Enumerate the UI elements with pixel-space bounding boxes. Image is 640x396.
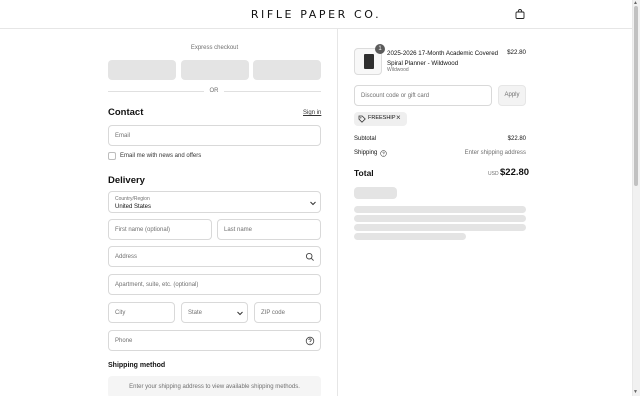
email-placeholder: Email: [115, 133, 131, 139]
scrollbar-thumb[interactable]: [634, 6, 638, 186]
address-field[interactable]: Address: [108, 246, 321, 267]
shipping-method-message: Enter your shipping address to view avai…: [129, 384, 300, 390]
last-name-field[interactable]: Last name: [217, 219, 321, 240]
total-label: Total: [354, 168, 374, 178]
loading-skeleton: [354, 187, 397, 199]
product-variant: Wildwood: [387, 67, 409, 73]
column-divider: [337, 29, 338, 396]
first-name-field[interactable]: First name (optional): [108, 219, 212, 240]
loading-skeleton: [354, 233, 466, 240]
address-placeholder: Address: [115, 254, 138, 260]
total-value: $22.80: [500, 167, 530, 178]
state-placeholder: State: [188, 310, 203, 316]
scroll-down-arrow-icon[interactable]: ▼: [633, 389, 638, 395]
country-value: United States: [115, 204, 152, 210]
phone-placeholder: Phone: [115, 338, 133, 344]
total-currency: USD: [488, 171, 499, 177]
applied-code-text: FREESHIP: [368, 115, 396, 121]
last-name-placeholder: Last name: [224, 227, 253, 233]
phone-field[interactable]: Phone: [108, 330, 321, 351]
contact-heading: Contact: [108, 107, 144, 118]
or-divider-left: [108, 91, 204, 92]
help-circle-icon[interactable]: [305, 336, 315, 346]
express-pay-button-2[interactable]: [181, 60, 249, 80]
state-select[interactable]: State: [181, 302, 248, 323]
subtotal-value: $22.80: [507, 136, 526, 142]
info-icon[interactable]: [380, 150, 387, 157]
loading-skeleton: [354, 215, 526, 222]
express-checkout-label: Express checkout: [190, 45, 239, 51]
city-placeholder: City: [115, 310, 126, 316]
loading-skeleton: [354, 224, 526, 231]
newsletter-checkbox[interactable]: [108, 152, 116, 160]
delivery-heading: Delivery: [108, 175, 145, 186]
search-icon: [305, 252, 314, 261]
quantity-badge: 1: [375, 44, 385, 54]
apply-discount-button[interactable]: Apply: [498, 85, 526, 106]
newsletter-label: Email me with news and offers: [120, 153, 202, 159]
product-name: 2025-2026 17-Month Academic Covered Spir…: [387, 50, 499, 67]
shopping-bag-icon[interactable]: [515, 9, 525, 19]
shipping-row: Shipping Enter shipping address: [354, 150, 526, 157]
chevron-down-icon: [310, 201, 316, 206]
apartment-placeholder: Apartment, suite, etc. (optional): [115, 282, 199, 288]
shipping-label: Shipping: [354, 150, 378, 156]
zip-placeholder: ZIP code: [261, 310, 285, 316]
loading-skeleton: [354, 206, 526, 213]
country-select[interactable]: Country/Region United States: [108, 191, 321, 213]
tag-icon: [358, 115, 366, 123]
country-caption: Country/Region: [115, 196, 150, 202]
express-pay-button-1[interactable]: [108, 60, 176, 80]
remove-discount-icon[interactable]: ×: [396, 113, 401, 122]
sign-in-link[interactable]: Sign in: [303, 110, 321, 116]
discount-code-input[interactable]: Discount code or gift card: [354, 85, 492, 106]
city-field[interactable]: City: [108, 302, 175, 323]
apartment-field[interactable]: Apartment, suite, etc. (optional): [108, 274, 321, 295]
applied-discount-chip: FREESHIP ×: [354, 112, 407, 126]
product-price: $22.80: [507, 49, 526, 56]
first-name-placeholder: First name (optional): [115, 227, 171, 233]
shipping-value: Enter shipping address: [464, 150, 526, 156]
zip-code-field[interactable]: ZIP code: [254, 302, 321, 323]
shipping-method-heading: Shipping method: [108, 362, 166, 369]
shipping-method-placeholder: Enter your shipping address to view avai…: [108, 376, 321, 396]
brand-logo[interactable]: RIFLE PAPER CO.: [0, 8, 632, 21]
express-pay-button-3[interactable]: [253, 60, 321, 80]
email-field[interactable]: Email: [108, 125, 321, 146]
subtotal-label: Subtotal: [354, 136, 377, 142]
planner-image: [364, 54, 374, 69]
or-divider-right: [224, 91, 321, 92]
subtotal-row: Subtotal $22.80: [354, 136, 526, 142]
scroll-up-arrow-icon[interactable]: ▲: [633, 0, 638, 6]
discount-placeholder: Discount code or gift card: [361, 93, 430, 99]
chevron-down-icon: [237, 311, 243, 316]
or-divider-text: OR: [209, 88, 219, 94]
site-header: RIFLE PAPER CO.: [0, 0, 632, 29]
